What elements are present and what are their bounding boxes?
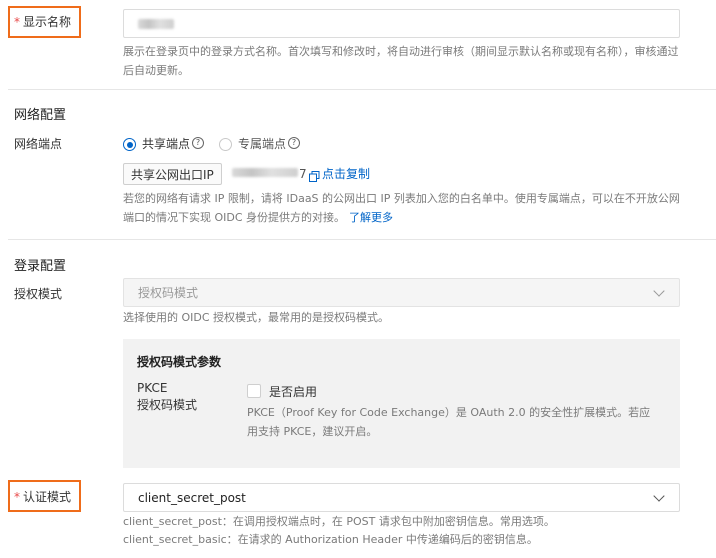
auth-code-params-panel: 授权码模式参数 PKCE 授权码模式 是否启用 PKCE（Proof Key f… (123, 339, 680, 468)
params-title: 授权码模式参数 (137, 355, 222, 369)
required-mark: * (14, 15, 20, 29)
ip-address-redacted (232, 168, 298, 177)
chevron-down-icon (653, 490, 665, 502)
display-name-value-redacted (138, 19, 174, 29)
chevron-down-icon (653, 285, 665, 297)
grant-mode-select[interactable]: 授权码模式 (123, 278, 680, 307)
auth-mode-select[interactable]: client_secret_post (123, 483, 680, 512)
help-icon[interactable]: ? (288, 137, 300, 149)
auth-hint-post: client_secret_post：在调用授权端点时，在 POST 请求包中附… (123, 515, 555, 528)
display-name-label: * 显示名称 (14, 15, 72, 29)
network-section-title: 网络配置 (14, 108, 67, 123)
copy-link[interactable]: 点击复制 (322, 165, 370, 183)
shared-ip-button[interactable]: 共享公网出口IP (123, 163, 222, 185)
pkce-hint: PKCE（Proof Key for Code Exchange）是 OAuth… (247, 406, 651, 438)
divider (8, 89, 716, 90)
network-endpoint-label: 网络端点 (14, 137, 63, 151)
grant-mode-hint: 选择使用的 OIDC 授权模式，最常用的是授权码模式。 (123, 311, 390, 324)
shared-endpoint-label[interactable]: 共享端点 (142, 135, 190, 153)
auth-mode-label: * 认证模式 (14, 490, 72, 504)
grant-mode-value: 授权码模式 (138, 286, 199, 300)
grant-mode-label: 授权模式 (14, 287, 63, 301)
login-section-title: 登录配置 (14, 259, 67, 274)
display-name-input[interactable] (123, 9, 680, 38)
auth-mode-value: client_secret_post (138, 491, 246, 505)
divider (8, 239, 716, 240)
radio-shared-endpoint[interactable] (123, 138, 136, 151)
learn-more-link[interactable]: 了解更多 (349, 211, 393, 224)
help-icon[interactable]: ? (192, 137, 204, 149)
pkce-label: PKCE (137, 381, 168, 395)
required-mark: * (14, 490, 20, 504)
auth-hint-basic: client_secret_basic：在请求的 Authorization H… (123, 533, 538, 546)
display-name-hint: 展示在登录页中的登录方式名称。首次填写和修改时，将自动进行审核（期间显示默认名称… (123, 45, 679, 77)
radio-dedicated-endpoint[interactable] (219, 138, 232, 151)
copy-icon[interactable] (309, 167, 320, 182)
pkce-sublabel: 授权码模式 (137, 398, 198, 412)
dedicated-endpoint-label[interactable]: 专属端点 (238, 135, 286, 153)
ip-suffix: 7 (299, 167, 307, 181)
pkce-checkbox[interactable] (247, 384, 261, 398)
network-hint: 若您的网络有请求 IP 限制，请将 IDaaS 的公网出口 IP 列表加入您的白… (123, 192, 680, 224)
pkce-checkbox-label[interactable]: 是否启用 (269, 383, 317, 401)
